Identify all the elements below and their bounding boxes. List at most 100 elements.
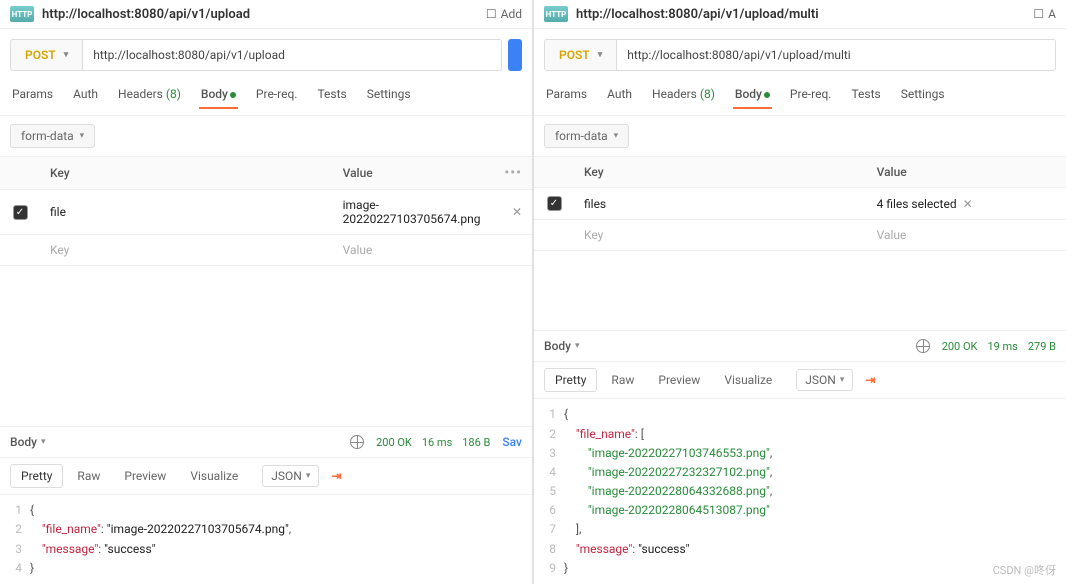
kv-value-cell[interactable]: 4 files selected ✕ (867, 189, 1066, 219)
response-header: Body ▾ 200 OK 16 ms 186 B Sav (0, 426, 532, 457)
kv-row: ✓ files 4 files selected ✕ (534, 188, 1066, 220)
tab-settings[interactable]: Settings (899, 81, 947, 109)
kv-table: Key Value••• ✓ file image-20220227103705… (0, 156, 532, 266)
save-response-button[interactable]: Sav (502, 435, 522, 449)
status-time: 19 ms (987, 340, 1017, 353)
row-checkbox[interactable]: ✓ (13, 205, 28, 220)
format-select[interactable]: JSON ▾ (796, 369, 853, 391)
watermark: CSDN @咚伢 (993, 562, 1056, 578)
viewtab-visualize[interactable]: Visualize (180, 465, 248, 487)
response-section-select[interactable]: Body ▾ (10, 435, 46, 449)
chevron-down-icon: ▾ (41, 437, 46, 447)
response-body[interactable]: 1{2 "file_name": [3 "image-2022022710374… (534, 399, 1066, 584)
tab-params[interactable]: Params (544, 81, 589, 109)
more-icon[interactable]: ••• (504, 165, 522, 181)
body-type-select[interactable]: form-data ▾ (544, 124, 629, 148)
kv-key-placeholder[interactable]: Key (40, 235, 333, 265)
kv-key-header: Key (574, 157, 867, 187)
wrap-lines-icon[interactable]: ⇥ (865, 373, 883, 387)
status-code: 200 OK (942, 340, 978, 353)
viewtab-raw[interactable]: Raw (67, 465, 110, 487)
tab-body[interactable]: Body (733, 81, 772, 109)
row-checkbox[interactable]: ✓ (547, 196, 562, 211)
response-section-select[interactable]: Body ▾ (544, 339, 580, 353)
tab-header: HTTP http://localhost:8080/api/v1/upload… (0, 0, 532, 29)
status-time: 16 ms (422, 436, 452, 449)
status-size: 186 B (462, 436, 490, 449)
format-select[interactable]: JSON ▾ (262, 465, 319, 487)
kv-table: Key Value ✓ files 4 files selected ✕ Key… (534, 156, 1066, 251)
tab-params[interactable]: Params (10, 81, 55, 109)
kv-value-placeholder[interactable]: Value (867, 220, 1066, 250)
kv-value-placeholder[interactable]: Value (333, 235, 532, 265)
tab-prereq[interactable]: Pre-req. (254, 81, 300, 109)
chevron-down-icon: ▾ (598, 50, 603, 60)
kv-row-empty: Key Value (0, 235, 532, 266)
request-tabs: Params Auth Headers (8) Body Pre-req. Te… (534, 81, 1066, 116)
chevron-down-icon: ▾ (614, 131, 619, 141)
kv-row-empty: Key Value (534, 220, 1066, 251)
kv-row: ✓ file image-20220227103705674.png ✕ (0, 190, 532, 235)
kv-key-header: Key (40, 158, 333, 188)
viewtab-pretty[interactable]: Pretty (544, 368, 597, 392)
kv-key-placeholder[interactable]: Key (574, 220, 867, 250)
tab-tests[interactable]: Tests (849, 81, 882, 109)
url-input[interactable]: http://localhost:8080/api/v1/upload/mult… (617, 39, 1056, 71)
globe-icon[interactable] (916, 339, 930, 353)
method-select[interactable]: POST ▾ (10, 39, 83, 71)
tab-prereq[interactable]: Pre-req. (788, 81, 834, 109)
tab-title: http://localhost:8080/api/v1/upload/mult… (576, 7, 1025, 22)
add-tab-button[interactable]: ☐ A (1033, 7, 1056, 21)
tab-body[interactable]: Body (199, 81, 238, 109)
status-size: 279 B (1028, 340, 1056, 353)
response-view-tabs: Pretty Raw Preview Visualize JSON ▾ ⇥ (0, 457, 532, 495)
viewtab-pretty[interactable]: Pretty (10, 464, 63, 488)
method-select[interactable]: POST ▾ (544, 39, 617, 71)
request-tabs: Params Auth Headers (8) Body Pre-req. Te… (0, 81, 532, 116)
kv-header-row: Key Value (534, 157, 1066, 188)
http-badge-icon: HTTP (544, 6, 568, 22)
kv-value-header: Value (867, 157, 1066, 187)
viewtab-visualize[interactable]: Visualize (714, 369, 782, 391)
tab-title: http://localhost:8080/api/v1/upload (42, 7, 478, 22)
kv-value-cell[interactable]: image-20220227103705674.png ✕ (333, 190, 532, 234)
clear-value-icon[interactable]: ✕ (512, 205, 522, 219)
status-block: 200 OK 19 ms 279 B (942, 340, 1056, 353)
tab-tests[interactable]: Tests (315, 81, 348, 109)
tab-header: HTTP http://localhost:8080/api/v1/upload… (534, 0, 1066, 29)
response-header: Body ▾ 200 OK 19 ms 279 B (534, 330, 1066, 361)
add-tab-button[interactable]: ☐ Add (486, 7, 522, 21)
clear-value-icon[interactable]: ✕ (963, 197, 973, 211)
dot-indicator-icon (230, 92, 236, 98)
viewtab-preview[interactable]: Preview (648, 369, 710, 391)
body-type-row: form-data ▾ (0, 116, 532, 156)
wrap-lines-icon[interactable]: ⇥ (331, 469, 349, 483)
pane-right: HTTP http://localhost:8080/api/v1/upload… (534, 0, 1066, 584)
tab-settings[interactable]: Settings (365, 81, 413, 109)
globe-icon[interactable] (350, 435, 364, 449)
chevron-down-icon: ▾ (64, 50, 69, 60)
tab-auth[interactable]: Auth (71, 81, 100, 109)
kv-header-row: Key Value••• (0, 157, 532, 190)
response-body[interactable]: 1{2 "file_name": "image-2022022710370567… (0, 495, 532, 584)
kv-key-cell[interactable]: file (40, 197, 333, 227)
chevron-down-icon: ▾ (840, 375, 845, 385)
url-bar: POST ▾ http://localhost:8080/api/v1/uplo… (0, 29, 532, 81)
response-view-tabs: Pretty Raw Preview Visualize JSON ▾ ⇥ (534, 361, 1066, 399)
chevron-down-icon: ▾ (306, 471, 311, 481)
http-badge-icon: HTTP (10, 6, 34, 22)
tab-auth[interactable]: Auth (605, 81, 634, 109)
status-block: 200 OK 16 ms 186 B (376, 436, 490, 449)
body-type-select[interactable]: form-data ▾ (10, 124, 95, 148)
chevron-down-icon: ▾ (80, 131, 85, 141)
kv-key-cell[interactable]: files (574, 189, 867, 219)
send-button[interactable] (508, 39, 522, 71)
body-type-row: form-data ▾ (534, 116, 1066, 156)
viewtab-preview[interactable]: Preview (114, 465, 176, 487)
viewtab-raw[interactable]: Raw (601, 369, 644, 391)
tab-headers[interactable]: Headers (8) (650, 81, 717, 109)
tab-headers[interactable]: Headers (8) (116, 81, 183, 109)
url-input[interactable]: http://localhost:8080/api/v1/upload (83, 39, 502, 71)
pane-left: HTTP http://localhost:8080/api/v1/upload… (0, 0, 534, 584)
kv-value-header: Value••• (333, 157, 532, 189)
